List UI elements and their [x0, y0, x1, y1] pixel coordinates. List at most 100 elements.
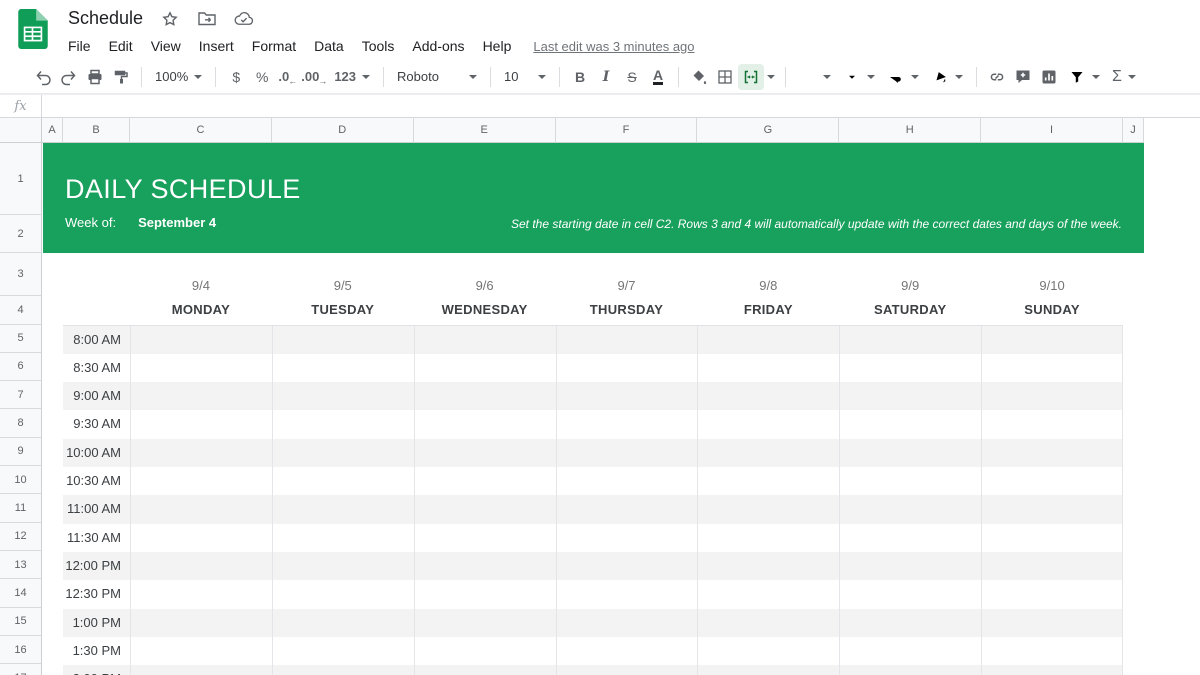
schedule-cell[interactable] — [271, 467, 414, 496]
schedule-cell[interactable] — [130, 438, 272, 468]
schedule-cell[interactable] — [413, 382, 556, 411]
schedule-cell[interactable] — [697, 495, 839, 524]
bold-button[interactable]: B — [567, 64, 593, 90]
schedule-cell[interactable] — [413, 523, 556, 553]
day-name-cell[interactable]: FRIDAY — [697, 296, 839, 324]
schedule-cell[interactable] — [271, 495, 414, 524]
row-header-17[interactable]: 17 — [0, 664, 42, 675]
schedule-cell[interactable] — [839, 608, 981, 638]
schedule-cell[interactable] — [697, 325, 839, 354]
schedule-cell[interactable] — [555, 438, 698, 468]
filter-button[interactable] — [1062, 64, 1106, 90]
week-of-value[interactable]: September 4 — [138, 215, 216, 230]
schedule-cell[interactable] — [130, 637, 272, 666]
schedule-cell[interactable] — [271, 523, 414, 553]
row-header-15[interactable]: 15 — [0, 607, 42, 637]
row-header-14[interactable]: 14 — [0, 579, 42, 608]
font-size-select[interactable]: 10 — [498, 64, 552, 90]
row-header-1[interactable]: 1 — [0, 143, 42, 215]
schedule-cell[interactable] — [697, 580, 839, 609]
schedule-cell[interactable] — [130, 467, 272, 496]
schedule-cell[interactable] — [130, 495, 272, 524]
horizontal-align-button[interactable] — [793, 64, 837, 90]
time-label-cell[interactable]: 11:00 AM — [63, 495, 130, 523]
schedule-cell[interactable] — [555, 325, 698, 354]
day-name-cell[interactable]: WEDNESDAY — [414, 296, 556, 324]
insert-comment-button[interactable] — [1010, 64, 1036, 90]
time-label-cell[interactable]: 8:00 AM — [63, 326, 130, 354]
schedule-cell[interactable] — [130, 325, 272, 354]
row-header-4[interactable]: 4 — [0, 296, 42, 325]
borders-button[interactable] — [712, 64, 738, 90]
time-label-cell[interactable]: 11:30 AM — [63, 524, 130, 552]
column-header-J[interactable]: J — [1122, 118, 1144, 143]
schedule-cell[interactable] — [839, 410, 981, 439]
schedule-cell[interactable] — [981, 410, 1123, 439]
schedule-cell[interactable] — [981, 438, 1123, 468]
schedule-cell[interactable] — [839, 353, 981, 383]
schedule-cell[interactable] — [697, 438, 839, 468]
time-label-cell[interactable]: 9:30 AM — [63, 410, 130, 438]
column-header-C[interactable]: C — [130, 118, 272, 143]
menu-data[interactable]: Data — [305, 34, 353, 58]
schedule-cell[interactable] — [981, 665, 1123, 675]
schedule-cell[interactable] — [413, 495, 556, 524]
schedule-cell[interactable] — [697, 382, 839, 411]
schedule-cell[interactable] — [555, 580, 698, 609]
schedule-cell[interactable] — [555, 608, 698, 638]
schedule-cell[interactable] — [981, 353, 1123, 383]
schedule-cell[interactable] — [555, 410, 698, 439]
column-header-A[interactable]: A — [42, 118, 63, 143]
day-name-cell[interactable]: SUNDAY — [981, 296, 1123, 324]
schedule-cell[interactable] — [697, 665, 839, 675]
merge-cells-button[interactable] — [738, 63, 765, 90]
menu-addons[interactable]: Add-ons — [403, 34, 473, 58]
schedule-cell[interactable] — [271, 410, 414, 439]
menu-file[interactable]: File — [59, 34, 100, 58]
schedule-cell[interactable] — [839, 637, 981, 666]
decrease-decimal-button[interactable]: .0 ← — [275, 64, 301, 90]
schedule-cell[interactable] — [981, 523, 1123, 553]
schedule-cell[interactable] — [413, 467, 556, 496]
day-name-cell[interactable]: THURSDAY — [556, 296, 698, 324]
schedule-cell[interactable] — [981, 552, 1123, 581]
schedule-cell[interactable] — [130, 608, 272, 638]
schedule-cell[interactable] — [555, 523, 698, 553]
format-percent-button[interactable]: % — [249, 64, 275, 90]
schedule-cell[interactable] — [555, 495, 698, 524]
banner-merged-cell[interactable]: DAILY SCHEDULE Week of: September 4 Set … — [43, 143, 1144, 253]
document-status-cloud-icon[interactable] — [234, 9, 254, 29]
schedule-cell[interactable] — [130, 665, 272, 675]
insert-link-button[interactable] — [984, 64, 1010, 90]
schedule-cell[interactable] — [413, 410, 556, 439]
format-currency-button[interactable]: $ — [223, 64, 249, 90]
schedule-cell[interactable] — [271, 665, 414, 675]
schedule-cell[interactable] — [839, 382, 981, 411]
schedule-cell[interactable] — [413, 353, 556, 383]
menu-help[interactable]: Help — [474, 34, 521, 58]
schedule-cell[interactable] — [697, 608, 839, 638]
schedule-cell[interactable] — [697, 552, 839, 581]
time-label-cell[interactable]: 9:00 AM — [63, 382, 130, 410]
schedule-cell[interactable] — [130, 523, 272, 553]
schedule-cell[interactable] — [271, 382, 414, 411]
schedule-cell[interactable] — [130, 552, 272, 581]
schedule-cell[interactable] — [697, 523, 839, 553]
star-icon[interactable] — [160, 9, 180, 29]
row-header-11[interactable]: 11 — [0, 494, 42, 523]
row-header-2[interactable]: 2 — [0, 215, 42, 253]
schedule-cell[interactable] — [413, 580, 556, 609]
schedule-cell[interactable] — [839, 495, 981, 524]
column-header-B[interactable]: B — [63, 118, 130, 143]
move-to-folder-icon[interactable] — [197, 9, 217, 29]
schedule-cell[interactable] — [981, 467, 1123, 496]
schedule-cell[interactable] — [413, 608, 556, 638]
schedule-cell[interactable] — [981, 637, 1123, 666]
font-select[interactable]: Roboto — [391, 64, 483, 90]
row-header-6[interactable]: 6 — [0, 352, 42, 382]
undo-button[interactable] — [30, 64, 56, 90]
zoom-select[interactable]: 100% — [149, 64, 208, 90]
row-header-12[interactable]: 12 — [0, 522, 42, 552]
schedule-cell[interactable] — [981, 382, 1123, 411]
menu-format[interactable]: Format — [243, 34, 305, 58]
